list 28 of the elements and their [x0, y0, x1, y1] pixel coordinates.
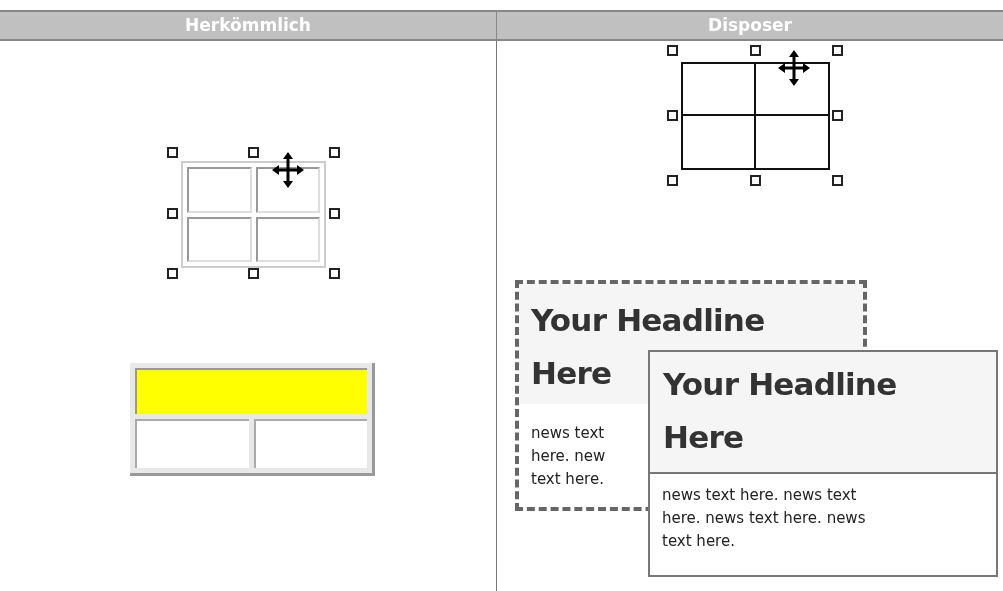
headline: Your Headline	[663, 365, 897, 404]
resize-handle[interactable]	[248, 268, 259, 279]
column-header: Herkömmlich	[0, 12, 497, 39]
resize-handle[interactable]	[167, 147, 178, 158]
move-icon	[271, 151, 305, 189]
resize-handle[interactable]	[832, 175, 843, 186]
resize-handle[interactable]	[832, 45, 843, 56]
news-text: here. new	[531, 446, 606, 467]
headline: Your Headline	[531, 301, 765, 340]
headline: Here	[663, 418, 744, 457]
news-text: news text here. news text here. news text here. news text here.	[662, 485, 867, 552]
resize-handle[interactable]	[329, 207, 340, 219]
resize-handle[interactable]	[329, 147, 340, 158]
news-text: text here.	[531, 469, 604, 490]
news-text: news text	[531, 423, 605, 444]
resize-handle[interactable]	[167, 268, 178, 279]
resize-handle[interactable]	[667, 175, 678, 186]
resize-handle[interactable]	[749, 45, 761, 56]
resize-handle[interactable]	[667, 45, 678, 56]
resize-handle[interactable]	[832, 110, 843, 121]
resize-handle[interactable]	[167, 207, 178, 219]
headline: Here	[531, 354, 612, 393]
resize-handle[interactable]	[749, 175, 761, 186]
resize-handle[interactable]	[329, 268, 340, 279]
resize-handle[interactable]	[667, 110, 678, 121]
resize-handle[interactable]	[248, 147, 259, 158]
move-icon	[777, 49, 811, 87]
column-header: Disposer	[707, 14, 793, 37]
